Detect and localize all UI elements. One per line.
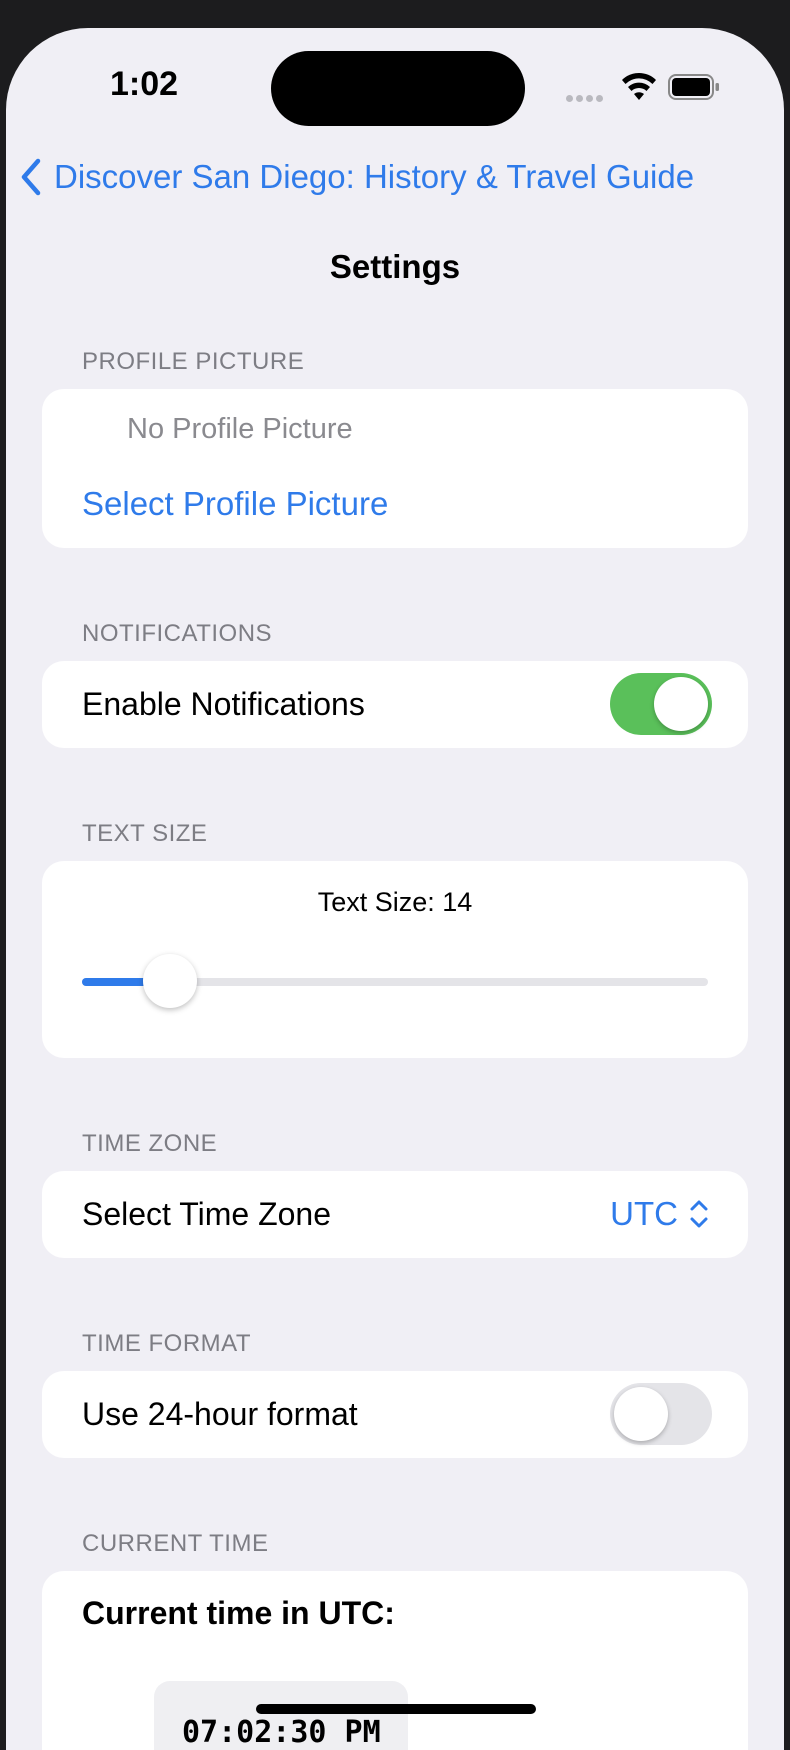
section-label-notifications: NOTIFICATIONS bbox=[82, 620, 273, 647]
home-indicator bbox=[256, 1704, 536, 1714]
status-time: 1:02 bbox=[110, 65, 179, 103]
chevron-up-down-icon bbox=[690, 1200, 708, 1228]
back-button[interactable]: Discover San Diego: History & Travel Gui… bbox=[20, 158, 694, 196]
current-time-box: 07:02:30 PM bbox=[154, 1681, 408, 1750]
battery-icon bbox=[668, 74, 719, 100]
page-title: Settings bbox=[329, 248, 461, 285]
wifi-icon bbox=[622, 72, 656, 100]
select-time-zone-label: Select Time Zone bbox=[82, 1196, 331, 1232]
current-time-card: Current time in UTC: 07:02:30 PM bbox=[42, 1571, 748, 1750]
cellular-signal-icon bbox=[566, 89, 606, 107]
section-label-time-format: TIME FORMAT bbox=[82, 1330, 252, 1357]
current-time-value: 07:02:30 PM bbox=[182, 1715, 381, 1750]
time-zone-value: UTC bbox=[610, 1195, 678, 1232]
notifications-toggle[interactable] bbox=[610, 673, 712, 735]
slider-thumb[interactable] bbox=[142, 954, 197, 1008]
time-format-card: Use 24-hour format bbox=[42, 1371, 748, 1458]
device-frame: 1:02 Discover San Diego: History & Trave… bbox=[0, 0, 790, 1750]
back-button-label: Discover San Diego: History & Travel Gui… bbox=[54, 158, 695, 195]
notifications-card: Enable Notifications bbox=[42, 661, 748, 748]
dynamic-island bbox=[271, 51, 525, 126]
profile-card: No Profile Picture Select Profile Pictur… bbox=[42, 389, 748, 548]
text-size-card: Text Size: 14 bbox=[42, 861, 748, 1058]
chevron-left-icon bbox=[21, 158, 41, 196]
current-time-heading: Current time in UTC: bbox=[82, 1595, 395, 1631]
text-size-slider-track[interactable] bbox=[82, 954, 708, 1008]
use-24-hour-label: Use 24-hour format bbox=[82, 1396, 358, 1432]
toggle-knob bbox=[614, 1387, 668, 1441]
section-label-text-size: TEXT SIZE bbox=[82, 820, 208, 847]
time-format-toggle[interactable] bbox=[610, 1383, 712, 1445]
time-zone-picker[interactable]: UTC bbox=[610, 1195, 710, 1233]
screen: 1:02 Discover San Diego: History & Trave… bbox=[6, 28, 784, 1750]
enable-notifications-label: Enable Notifications bbox=[82, 686, 365, 722]
text-size-caption: Text Size: 14 bbox=[317, 887, 473, 917]
toggle-knob bbox=[654, 677, 708, 731]
section-label-current-time: CURRENT TIME bbox=[82, 1530, 269, 1557]
section-label-time-zone: TIME ZONE bbox=[82, 1130, 218, 1157]
no-profile-text: No Profile Picture bbox=[127, 413, 353, 445]
section-label-profile: PROFILE PICTURE bbox=[82, 348, 305, 375]
select-profile-picture-button[interactable]: Select Profile Picture bbox=[82, 485, 388, 523]
time-zone-card: Select Time Zone UTC bbox=[42, 1171, 748, 1258]
